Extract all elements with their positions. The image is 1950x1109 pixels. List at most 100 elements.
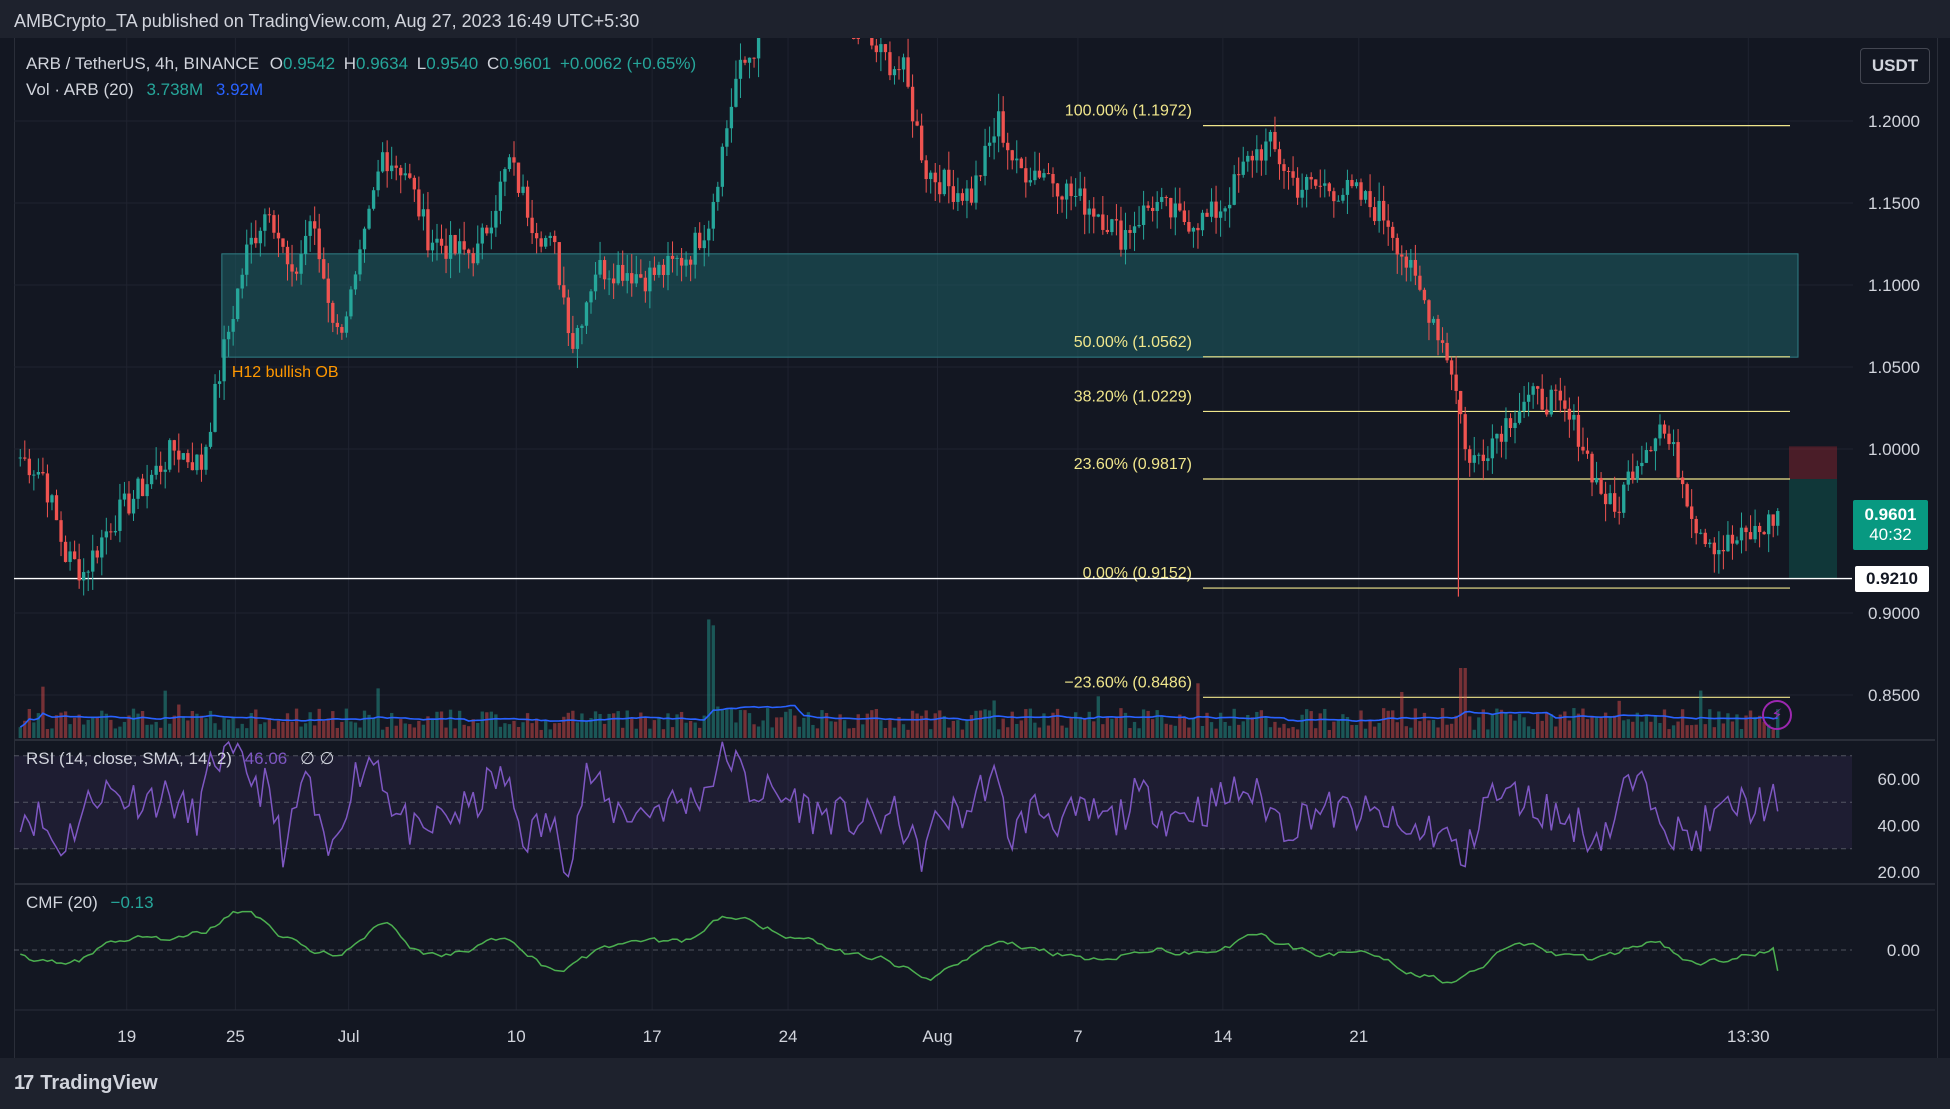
volume-bar (231, 716, 235, 738)
volume-bar (462, 724, 466, 738)
volume-bar (1350, 725, 1354, 738)
volume-bar (1237, 724, 1241, 738)
candle-body (276, 232, 281, 239)
volume-bar (829, 721, 833, 738)
candle-body (50, 495, 54, 503)
volume-bar (666, 713, 670, 738)
volume-bar (1440, 708, 1445, 738)
volume-bar (1028, 708, 1033, 738)
candle-body (639, 274, 643, 278)
candle-body (1671, 442, 1676, 445)
candle-body (1594, 477, 1599, 483)
change-value: +0.0062 (+0.65%) (560, 54, 697, 73)
volume-bar (1581, 708, 1585, 738)
volume-bar (770, 727, 774, 738)
candle-body (448, 234, 453, 259)
candle-body (910, 86, 915, 122)
candle-body (217, 381, 222, 384)
candle-body (263, 214, 267, 231)
volume-bar (95, 717, 99, 738)
tradingview-logo[interactable]: 17 TradingView (14, 1072, 158, 1095)
candle-body (625, 273, 629, 281)
currency-button[interactable]: USDT (1860, 48, 1930, 84)
volume-bar (716, 706, 720, 738)
candle-body (1536, 386, 1540, 389)
candle-body (992, 136, 996, 143)
candle-body (1169, 197, 1173, 218)
candle-body (1214, 201, 1218, 218)
rsi-label[interactable]: RSI (14, close, SMA, 14, 2) (26, 749, 232, 768)
candle-body (240, 274, 244, 289)
cmf-label[interactable]: CMF (20) (26, 893, 98, 912)
candle-body (494, 210, 498, 228)
chart-canvas[interactable]: H12 bullish OB 100.00% (1.1972) 50.00% (1.… (0, 0, 1950, 1109)
volume-bar (1264, 716, 1268, 738)
volume-bar (1594, 717, 1599, 738)
volume-bar (430, 718, 435, 738)
candle-body (168, 440, 172, 470)
volume-bar (1105, 716, 1110, 738)
volume-bar (1459, 668, 1463, 738)
candle-body (987, 142, 992, 146)
price-axis-label: 0.8500 (1868, 686, 1920, 705)
volume-bar (725, 708, 729, 738)
volume-label[interactable]: Vol · ARB (20) (26, 80, 134, 99)
volume-bar (358, 727, 362, 738)
volume-bar (1209, 722, 1214, 738)
candle-body (1626, 471, 1630, 485)
candle-body (109, 531, 113, 533)
volume-bar (485, 712, 489, 738)
lightning-icon[interactable]: ⚡ (1762, 700, 1792, 730)
price-axis-label: 1.0500 (1868, 358, 1920, 377)
volume-bar (996, 729, 1001, 738)
candle-body (72, 551, 77, 560)
volume-bar (131, 708, 136, 738)
volume-bar (1114, 716, 1119, 738)
volume-bar (784, 711, 788, 738)
order-block-zone[interactable] (221, 253, 1799, 358)
volume-bar (149, 724, 154, 738)
volume-bar (1268, 727, 1273, 738)
volume-bar (1690, 725, 1694, 738)
time-axis-label: Aug (922, 1027, 952, 1046)
volume-bar (1309, 711, 1313, 738)
take-profit-zone[interactable] (1789, 479, 1837, 579)
candle-body (1046, 173, 1051, 175)
candle-body (956, 193, 960, 202)
volume-bar (421, 724, 426, 738)
candle-body (95, 550, 99, 558)
candle-body (149, 474, 154, 485)
candle-body (1436, 318, 1440, 341)
candle-body (100, 537, 104, 558)
candle-body (1255, 149, 1259, 161)
volume-bar (915, 713, 919, 738)
volume-bar (417, 720, 421, 738)
volume-bar (1449, 723, 1454, 738)
time-axis-label: 13:30 (1727, 1027, 1770, 1046)
volume-bar (245, 728, 249, 738)
volume-bar (1078, 716, 1082, 738)
candle-body (630, 273, 634, 284)
volume-bar (1472, 729, 1476, 738)
volume-bar (1255, 711, 1259, 738)
candle-body (1354, 182, 1359, 187)
volume-bar (539, 729, 543, 738)
volume-bar (938, 710, 942, 738)
candle-body (1010, 150, 1014, 161)
volume-bar (457, 710, 462, 738)
candle-body (104, 531, 108, 538)
candle-body (236, 288, 240, 320)
candle-body (743, 59, 747, 63)
volume-bar (1563, 711, 1567, 738)
candle-body (1522, 401, 1526, 412)
candle-body (1427, 300, 1431, 323)
volume-bar (1128, 728, 1132, 738)
candle-body (82, 572, 86, 581)
stop-loss-zone[interactable] (1789, 446, 1837, 480)
candle-body (281, 238, 285, 247)
volume-bar (1164, 723, 1168, 738)
symbol-label[interactable]: ARB / TetherUS, 4h, BINANCE (26, 54, 259, 73)
candle-body (1540, 388, 1544, 410)
volume-bar (688, 720, 693, 738)
candle-body (1558, 390, 1562, 401)
